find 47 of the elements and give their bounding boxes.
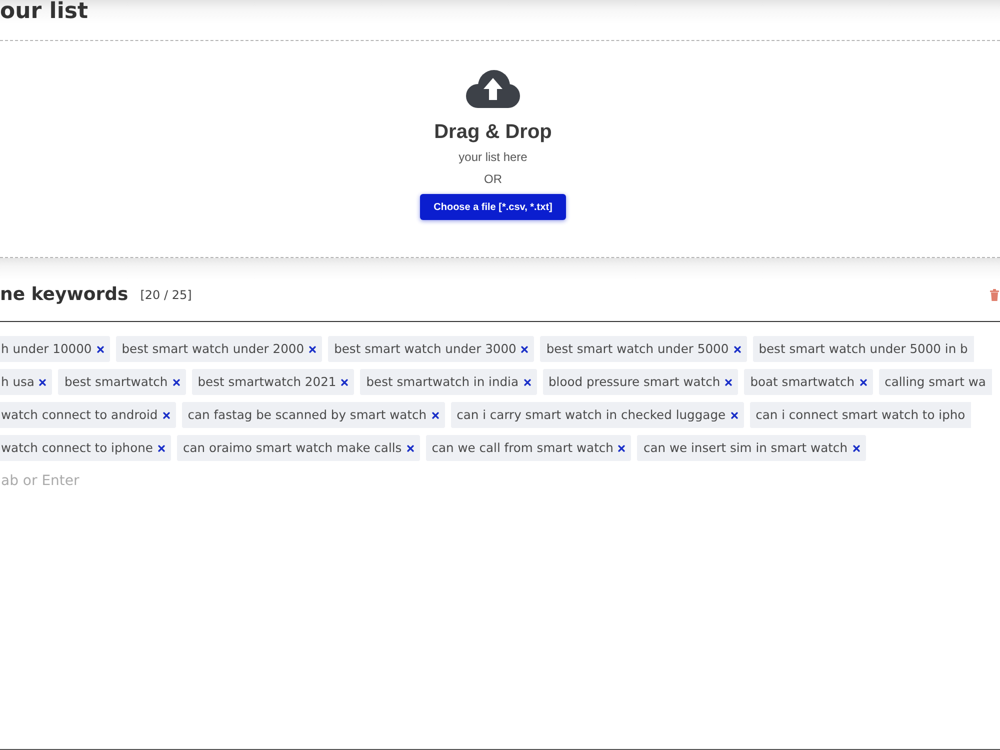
- keyword-text: can fastag be scanned by smart watch: [188, 407, 427, 423]
- cloud-upload-icon: [466, 70, 520, 108]
- keyword-text: can we insert sim in smart watch: [643, 440, 848, 456]
- keyword-count: [20 / 25]: [140, 288, 192, 302]
- keyword-text: best smart watch under 5000 in b: [758, 341, 968, 357]
- keyword-text: calling smart wa: [884, 374, 986, 390]
- remove-icon[interactable]: [618, 444, 626, 452]
- remove-icon[interactable]: [734, 346, 741, 352]
- drop-title: Drag & Drop: [434, 120, 552, 144]
- trash-icon[interactable]: [990, 289, 999, 301]
- remove-icon[interactable]: [521, 346, 528, 352]
- remove-icon[interactable]: [309, 346, 316, 352]
- choose-file-button[interactable]: Choose a file [*.csv, *.txt]: [420, 194, 566, 220]
- keyword-text: h usa: [1, 374, 34, 390]
- remove-icon[interactable]: [852, 444, 860, 452]
- remove-icon[interactable]: [158, 444, 165, 452]
- drop-subtitle: your list here: [458, 150, 528, 165]
- keyword-text: best smartwatch: [64, 374, 168, 390]
- remove-icon[interactable]: [860, 378, 867, 386]
- or-separator: OR: [484, 172, 502, 187]
- keyword-text: best smart watch under 3000: [334, 341, 516, 357]
- remove-icon[interactable]: [39, 378, 46, 386]
- keyword-text: best smart watch under 5000: [546, 341, 729, 357]
- keyword-text: watch connect to iphone: [1, 440, 153, 456]
- keyword-text: can i carry smart watch in checked luggage: [456, 407, 726, 423]
- remove-icon[interactable]: [730, 412, 738, 418]
- keyword-text: can we call from smart watch: [432, 440, 614, 456]
- remove-icon[interactable]: [406, 444, 414, 452]
- keyword-text: can oraimo smart watch make calls: [182, 440, 402, 456]
- keyword-text: can i connect smart watch to ipho: [756, 407, 966, 423]
- page-title: our list: [0, 0, 88, 24]
- keyword-text: watch connect to android: [1, 407, 158, 423]
- remove-icon[interactable]: [341, 378, 348, 386]
- remove-icon[interactable]: [725, 378, 732, 386]
- remove-icon[interactable]: [524, 378, 530, 386]
- keyword-input[interactable]: ab or Enter: [0, 469, 301, 493]
- keyword-text: blood pressure smart watch: [548, 374, 720, 390]
- keyword-text: h under 10000: [1, 341, 92, 357]
- keyword-text: boat smartwatch: [750, 374, 855, 390]
- keyword-text: best smart watch under 2000: [122, 341, 304, 357]
- section-title: ne keywords: [0, 284, 128, 306]
- remove-icon[interactable]: [172, 378, 180, 386]
- keyword-text: best smartwatch 2021: [198, 374, 336, 390]
- keyword-text: best smartwatch in india: [366, 374, 518, 390]
- remove-icon[interactable]: [432, 412, 439, 418]
- remove-icon[interactable]: [162, 412, 170, 418]
- remove-icon[interactable]: [96, 346, 104, 352]
